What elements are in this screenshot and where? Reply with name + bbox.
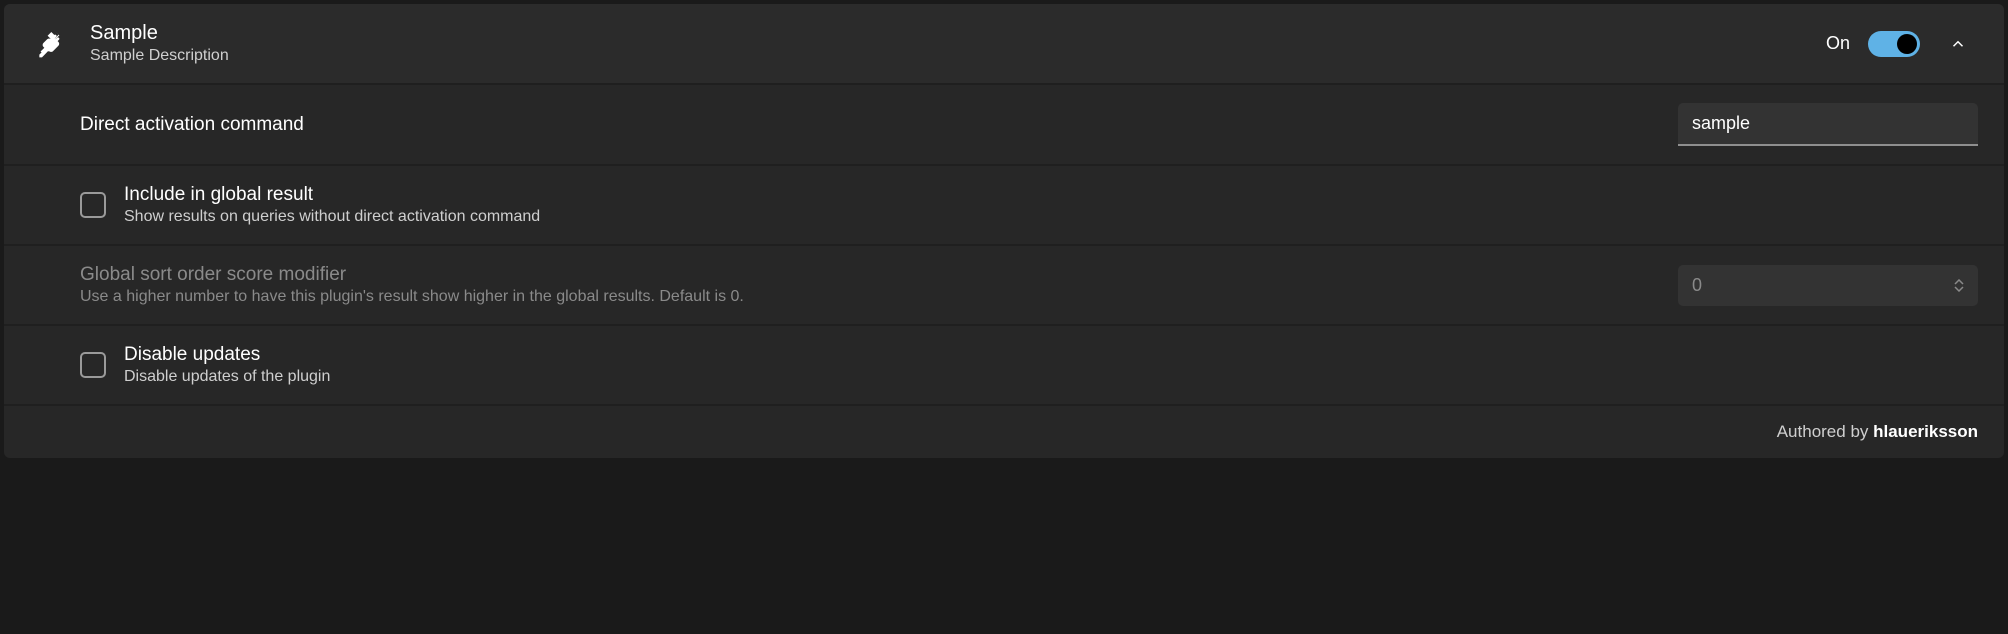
author-prefix: Authored by: [1777, 422, 1873, 441]
sort-order-value: 0: [1692, 275, 1702, 296]
activation-command-row: Direct activation command: [4, 83, 2004, 164]
sort-order-label: Global sort order score modifier: [80, 264, 1660, 286]
sort-order-row: Global sort order score modifier Use a h…: [4, 244, 2004, 324]
plugin-header[interactable]: Sample Sample Description On: [4, 4, 2004, 83]
plugin-title: Sample: [90, 22, 1806, 45]
author-name: hlaueriksson: [1873, 422, 1978, 441]
plugin-icon: [30, 28, 70, 60]
disable-updates-label: Disable updates: [124, 344, 1978, 366]
disable-updates-checkbox[interactable]: [80, 352, 106, 378]
activation-command-input[interactable]: [1678, 103, 1978, 146]
activation-command-label: Direct activation command: [80, 114, 1660, 136]
plugin-subtitle: Sample Description: [90, 47, 1806, 65]
include-global-row: Include in global result Show results on…: [4, 164, 2004, 244]
disable-updates-row: Disable updates Disable updates of the p…: [4, 324, 2004, 404]
sort-order-desc: Use a higher number to have this plugin'…: [80, 288, 1660, 306]
sort-order-input[interactable]: 0: [1678, 265, 1978, 306]
plugin-settings-panel: Sample Sample Description On Direct acti…: [4, 4, 2004, 458]
include-global-checkbox[interactable]: [80, 192, 106, 218]
enable-toggle[interactable]: [1868, 31, 1920, 57]
include-global-label: Include in global result: [124, 184, 1978, 206]
collapse-button[interactable]: [1938, 24, 1978, 64]
toggle-state-label: On: [1826, 33, 1850, 54]
author-footer: Authored by hlaueriksson: [4, 404, 2004, 458]
disable-updates-desc: Disable updates of the plugin: [124, 368, 1978, 386]
stepper-arrows-icon[interactable]: [1954, 279, 1964, 292]
include-global-desc: Show results on queries without direct a…: [124, 208, 1978, 226]
